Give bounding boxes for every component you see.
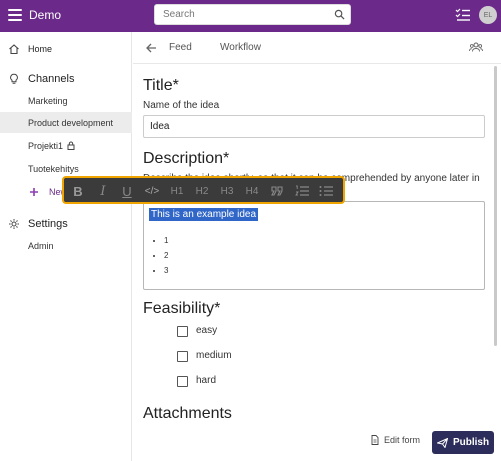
- sidebar-label: Channels: [28, 72, 75, 85]
- selected-text[interactable]: This is an example idea: [149, 208, 259, 221]
- editor-bullet-list: 1 2 3: [164, 236, 168, 281]
- sidebar-label: Home: [28, 43, 53, 54]
- checkbox-label: medium: [196, 350, 232, 361]
- checkbox-hard[interactable]: [177, 376, 188, 387]
- sidebar-label: Product development: [28, 117, 114, 128]
- edit-form-button[interactable]: Edit form: [371, 435, 420, 445]
- list-item: 2: [164, 251, 168, 260]
- idea-form: Title* Name of the idea Idea Description…: [133, 65, 493, 461]
- formatting-toolbar: B I U </> H1 H2 H3 H4: [62, 176, 345, 204]
- edit-form-label: Edit form: [384, 435, 421, 445]
- title-label: Name of the idea: [143, 100, 220, 111]
- bullet-list-icon[interactable]: [318, 183, 334, 199]
- tasks-icon[interactable]: [455, 8, 471, 22]
- home-icon: [9, 43, 19, 54]
- h3-button[interactable]: H3: [218, 183, 236, 199]
- sidebar-label: Settings: [28, 217, 68, 230]
- sidebar-item-product-development[interactable]: Product development: [0, 112, 132, 133]
- scrollbar[interactable]: [494, 66, 497, 346]
- sidebar-item-projekti1[interactable]: Projekti1: [0, 135, 132, 156]
- h4-button[interactable]: H4: [243, 183, 261, 199]
- ordered-list-icon[interactable]: [294, 183, 310, 199]
- tab-workflow[interactable]: Workflow: [220, 42, 261, 53]
- list-item: 3: [164, 266, 168, 275]
- sidebar-label: Marketing: [28, 95, 68, 106]
- title-input[interactable]: Idea: [143, 115, 485, 138]
- search-box[interactable]: [154, 4, 351, 25]
- plus-icon: [30, 187, 38, 196]
- attachments-heading: Attachments: [143, 405, 232, 422]
- description-editor[interactable]: This is an example idea 1 2 3: [143, 201, 485, 290]
- underline-button[interactable]: U: [119, 183, 135, 199]
- description-heading: Description*: [143, 150, 230, 167]
- gear-icon: [9, 218, 19, 229]
- group-icon[interactable]: [469, 41, 483, 53]
- avatar[interactable]: EL: [479, 6, 497, 24]
- publish-label: Publish: [452, 437, 490, 448]
- arrow-back-icon[interactable]: [145, 42, 157, 54]
- sidebar-item-home[interactable]: Home: [0, 38, 132, 59]
- top-bar: Demo EL: [0, 0, 501, 32]
- checkbox-label: easy: [196, 325, 218, 336]
- italic-button[interactable]: I: [95, 183, 111, 199]
- sidebar-label: Tuotekehitys: [28, 163, 79, 174]
- search-icon[interactable]: [334, 9, 345, 20]
- checkbox-medium[interactable]: [177, 351, 188, 362]
- bold-button[interactable]: B: [70, 183, 86, 199]
- send-icon: [436, 437, 448, 448]
- h1-button[interactable]: H1: [168, 183, 186, 199]
- lightbulb-icon: [10, 73, 18, 84]
- sidebar-item-channels[interactable]: Channels: [0, 68, 132, 89]
- sidebar-item-marketing[interactable]: Marketing: [0, 90, 132, 111]
- menu-icon[interactable]: [8, 9, 22, 21]
- app-title: Demo: [29, 8, 62, 22]
- search-input[interactable]: [155, 5, 335, 24]
- sidebar: Home Channels Marketing Product developm…: [0, 32, 132, 461]
- publish-button[interactable]: Publish: [432, 431, 494, 454]
- checkbox-label: hard: [196, 375, 217, 386]
- content-header: Feed Workflow: [133, 32, 501, 64]
- code-button[interactable]: </>: [142, 183, 162, 199]
- sidebar-label: Admin: [28, 240, 54, 251]
- feasibility-heading: Feasibility*: [143, 300, 221, 317]
- title-heading: Title*: [143, 77, 179, 94]
- checkbox-easy[interactable]: [177, 326, 188, 337]
- sidebar-item-admin[interactable]: Admin: [0, 235, 132, 256]
- list-item: 1: [164, 236, 168, 245]
- sidebar-item-settings[interactable]: Settings: [0, 213, 132, 234]
- document-icon: [371, 435, 379, 445]
- lock-icon: [67, 141, 75, 150]
- quote-icon[interactable]: [269, 183, 285, 199]
- h2-button[interactable]: H2: [193, 183, 211, 199]
- tab-feed[interactable]: Feed: [169, 42, 192, 53]
- sidebar-label: Projekti1: [28, 141, 75, 151]
